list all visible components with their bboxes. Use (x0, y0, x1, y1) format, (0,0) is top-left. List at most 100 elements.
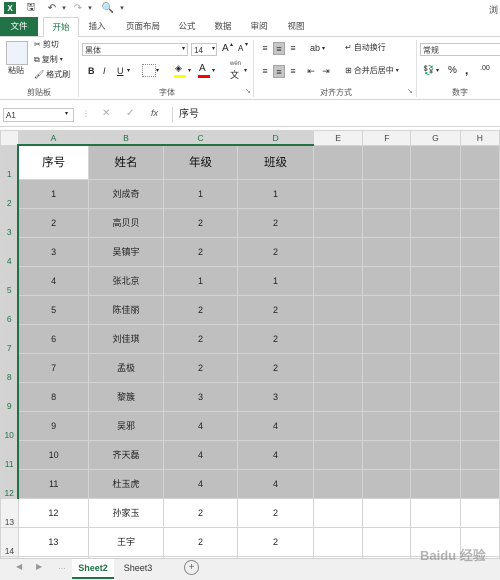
undo-dropdown-icon[interactable]: ▾ (58, 2, 70, 14)
empty-cell[interactable] (362, 236, 412, 267)
data-cell[interactable]: 3 (17, 236, 89, 267)
italic-button[interactable]: I (103, 66, 106, 76)
paste-icon[interactable] (6, 41, 28, 65)
empty-cell[interactable] (410, 236, 461, 267)
increase-indent-icon[interactable]: ⇥ (320, 65, 332, 78)
scroll-left-icon[interactable]: ◀ (16, 562, 22, 571)
data-cell[interactable]: 2 (163, 497, 239, 528)
tab-view[interactable]: 视图 (281, 17, 311, 36)
empty-cell[interactable] (362, 497, 412, 528)
font-size-dropdown-icon[interactable]: ▾ (212, 45, 215, 52)
save-icon[interactable]: 🖫 (25, 2, 37, 14)
percent-button[interactable]: % (448, 65, 457, 76)
data-cell[interactable]: 孟极 (87, 352, 165, 383)
fill-dropdown-icon[interactable]: ▾ (188, 67, 191, 74)
empty-cell[interactable] (410, 178, 461, 209)
tab-formulas[interactable]: 公式 (172, 17, 202, 36)
empty-cell[interactable] (459, 352, 500, 383)
empty-cell[interactable] (313, 468, 364, 499)
empty-cell[interactable] (410, 352, 461, 383)
header-cell[interactable]: 姓名 (87, 144, 165, 180)
data-cell[interactable]: 13 (17, 526, 89, 557)
add-sheet-icon[interactable]: + (184, 560, 199, 575)
orientation-icon[interactable]: ab (309, 42, 321, 55)
enter-icon[interactable]: ✓ (126, 108, 134, 119)
empty-cell[interactable] (410, 497, 461, 528)
data-cell[interactable]: 1 (237, 178, 315, 209)
font-name-box[interactable]: 黑体 (82, 43, 188, 56)
cut-button[interactable]: ✂ 剪切 (34, 39, 59, 50)
data-cell[interactable]: 4 (163, 468, 239, 499)
underline-button[interactable]: U (117, 66, 124, 76)
redo-icon[interactable]: ↷ (72, 2, 84, 14)
align-right-icon[interactable]: ≡ (287, 65, 299, 78)
empty-cell[interactable] (410, 294, 461, 325)
grow-font-button[interactable]: A (222, 43, 229, 54)
currency-dropdown-icon[interactable]: ▾ (436, 67, 439, 74)
sheet-tab-sheet2[interactable]: Sheet2 (72, 559, 114, 579)
row-header[interactable]: 3 (0, 207, 20, 238)
fill-color-icon[interactable]: ◈ (175, 63, 182, 74)
row-header[interactable]: 12 (0, 468, 20, 499)
empty-cell[interactable] (459, 468, 500, 499)
row-header[interactable]: 5 (0, 265, 20, 296)
data-cell[interactable]: 1 (163, 178, 239, 209)
print-preview-icon[interactable]: 🔍 (102, 2, 114, 14)
comma-button[interactable]: , (465, 63, 468, 77)
copy-button[interactable]: ⧉ 复制 ▾ (34, 54, 63, 65)
data-cell[interactable]: 孙家玉 (87, 497, 165, 528)
empty-cell[interactable] (410, 468, 461, 499)
merge-center-button[interactable]: ⊞ 合并后居中 ▾ (345, 65, 399, 76)
row-header[interactable]: 9 (0, 381, 20, 412)
align-bottom-icon[interactable]: ≡ (287, 42, 299, 55)
data-cell[interactable]: 5 (17, 294, 89, 325)
data-cell[interactable]: 刘佳琪 (87, 323, 165, 354)
empty-cell[interactable] (459, 207, 500, 238)
tab-insert[interactable]: 插入 (82, 17, 112, 36)
name-box[interactable]: A1 (3, 108, 74, 122)
data-cell[interactable]: 2 (163, 352, 239, 383)
data-cell[interactable]: 2 (163, 323, 239, 354)
data-cell[interactable]: 3 (237, 381, 315, 412)
underline-dropdown-icon[interactable]: ▾ (127, 67, 130, 74)
data-cell[interactable]: 吴镇宇 (87, 236, 165, 267)
tab-file[interactable]: 文件 (0, 17, 38, 36)
data-cell[interactable]: 陈佳丽 (87, 294, 165, 325)
data-cell[interactable]: 4 (163, 410, 239, 441)
empty-cell[interactable] (313, 410, 364, 441)
empty-cell[interactable] (459, 236, 500, 267)
data-cell[interactable]: 2 (237, 323, 315, 354)
bold-button[interactable]: B (88, 66, 95, 76)
column-header[interactable]: G (410, 130, 461, 146)
data-cell[interactable]: 2 (163, 526, 239, 557)
empty-cell[interactable] (313, 381, 364, 412)
data-cell[interactable]: 4 (237, 410, 315, 441)
column-header[interactable]: D (237, 130, 315, 146)
data-cell[interactable]: 7 (17, 352, 89, 383)
row-header[interactable]: 14 (0, 526, 19, 557)
tab-review[interactable]: 审阅 (244, 17, 274, 36)
cancel-icon[interactable]: ✕ (102, 108, 110, 119)
empty-cell[interactable] (459, 497, 500, 528)
row-header[interactable]: 13 (0, 497, 19, 528)
alignment-dialog-launcher-icon[interactable]: ↘ (407, 87, 413, 95)
data-cell[interactable]: 2 (237, 352, 315, 383)
empty-cell[interactable] (410, 410, 461, 441)
data-cell[interactable]: 王宇 (87, 526, 165, 557)
empty-cell[interactable] (410, 144, 461, 180)
empty-cell[interactable] (313, 352, 364, 383)
column-header[interactable]: B (87, 130, 165, 146)
empty-cell[interactable] (410, 207, 461, 238)
data-cell[interactable]: 吴邪 (87, 410, 165, 441)
header-cell[interactable]: 序号 (17, 144, 89, 180)
sheet-tab-sheet3[interactable]: Sheet3 (117, 559, 159, 577)
empty-cell[interactable] (313, 265, 364, 296)
data-cell[interactable]: 2 (237, 207, 315, 238)
empty-cell[interactable] (313, 144, 364, 180)
format-painter-button[interactable]: 🖌 格式刷 (34, 69, 70, 80)
empty-cell[interactable] (313, 323, 364, 354)
align-center-icon[interactable]: ≡ (273, 65, 285, 78)
decrease-indent-icon[interactable]: ⇤ (305, 65, 317, 78)
data-cell[interactable]: 4 (163, 439, 239, 470)
data-cell[interactable]: 2 (163, 294, 239, 325)
